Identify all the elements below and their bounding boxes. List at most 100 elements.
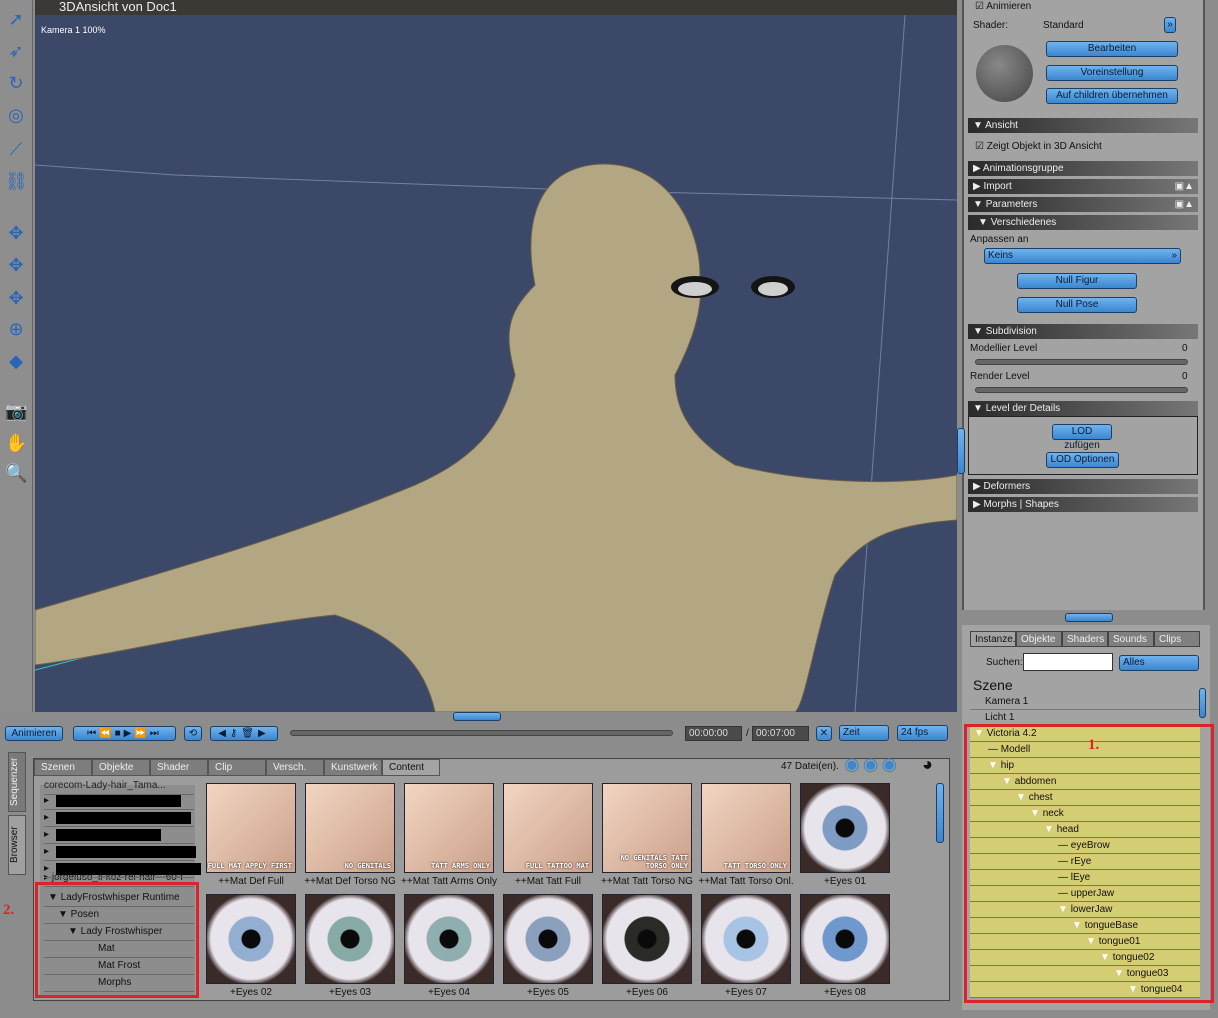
scene-item[interactable]: Kamera 1 — [970, 694, 1200, 710]
section-verschiedenes[interactable]: ▼ Verschiedenes — [968, 215, 1198, 230]
model-level-slider[interactable] — [975, 359, 1188, 365]
close-x-icon[interactable]: ✕ — [816, 726, 832, 741]
3d-viewport[interactable]: Kamera 1 100% — [35, 15, 957, 712]
tab-instanze[interactable]: Instanze. — [970, 631, 1016, 647]
select-arrow-icon[interactable]: ➚ — [5, 8, 27, 30]
tab-shader[interactable]: Shader — [150, 759, 208, 776]
tree-item-redacted[interactable]: ▸ — [44, 861, 201, 878]
content-thumbnail[interactable]: TATT ARMS ONLY — [404, 783, 494, 873]
null-figure-button[interactable]: Null Figur — [1017, 273, 1137, 289]
twist-icon[interactable]: ◎ — [5, 104, 27, 126]
content-item-label[interactable]: ++Mat Def Torso NG — [300, 876, 400, 887]
tree-item-redacted[interactable]: ▸ — [44, 793, 194, 810]
content-item-label[interactable]: +Eyes 05 — [498, 987, 598, 998]
content-thumbnail[interactable] — [305, 894, 395, 984]
content-thumbnail[interactable] — [602, 894, 692, 984]
content-item-label[interactable]: +Eyes 02 — [201, 987, 301, 998]
section-morphs[interactable]: ▶ Morphs | Shapes — [968, 497, 1198, 512]
loop-button[interactable]: ⟲ — [184, 726, 202, 741]
time-mode-dropdown[interactable]: Zeit — [839, 725, 889, 741]
tab-browser[interactable]: Browser — [8, 815, 26, 875]
content-item-label[interactable]: ++Mat Def Full — [201, 876, 301, 887]
render-level-slider[interactable] — [975, 387, 1188, 393]
end-time[interactable]: 00:07:00 — [752, 726, 809, 741]
scene-scrollbar[interactable] — [1199, 688, 1206, 718]
content-thumbnail[interactable]: FULL MAT APPLY FIRST — [206, 783, 296, 873]
browser-scrollbar[interactable] — [936, 783, 944, 843]
preset-button[interactable]: Voreinstellung — [1046, 65, 1178, 81]
animate-button[interactable]: Animieren — [5, 726, 63, 741]
content-item-label[interactable]: ++Mat Tatt Arms Only — [399, 876, 499, 887]
shader-dropdown-button[interactable]: » — [1164, 17, 1176, 33]
content-item-label[interactable]: ++Mat Tatt Torso Onl. — [696, 876, 796, 887]
hand-icon[interactable]: ✋ — [5, 432, 27, 454]
content-thumbnail[interactable]: NO GENITALS — [305, 783, 395, 873]
keyframe-controls[interactable]: ◀⚷🗑▶ — [210, 726, 278, 741]
content-thumbnail[interactable] — [701, 894, 791, 984]
camera-icon[interactable]: 📷 — [5, 400, 27, 422]
zoom-icon[interactable]: 🔍 — [5, 462, 27, 484]
morph-icon[interactable]: ◆ — [5, 350, 27, 372]
content-thumbnail[interactable] — [800, 783, 890, 873]
section-lod[interactable]: ▼ Level der Details — [968, 401, 1198, 416]
save-load-icon[interactable]: ▣▲ — [1175, 179, 1194, 194]
side-collapse-handle[interactable] — [957, 428, 965, 474]
scale-icon[interactable]: ⊕ — [5, 318, 27, 340]
tree-item-redacted[interactable]: ▸ — [44, 844, 196, 861]
fps-dropdown[interactable]: 24 fps — [897, 725, 948, 741]
translate-in-out-icon[interactable]: ✥ — [5, 222, 27, 244]
content-thumbnail[interactable] — [404, 894, 494, 984]
tab-sounds[interactable]: Sounds — [1108, 631, 1154, 647]
lod-add-button[interactable]: LOD zufügen — [1052, 424, 1112, 451]
tab-versch[interactable]: Versch. — [266, 759, 324, 776]
edit-button[interactable]: Bearbeiten — [1046, 41, 1178, 57]
chain-icon[interactable]: ⛓ — [5, 170, 28, 192]
taper-icon[interactable]: ⟋ — [5, 138, 27, 160]
filter-dropdown[interactable]: Alles — [1119, 655, 1199, 671]
content-item-label[interactable]: ++Mat Tatt Torso NG — [597, 876, 697, 887]
content-thumbnail[interactable]: FULL TATTOO MAT — [503, 783, 593, 873]
show-in-3d-checkbox[interactable]: ☑ Zeigt Objekt in 3D Ansicht — [975, 141, 1102, 152]
section-animationsgruppe[interactable]: ▶ Animationsgruppe — [968, 161, 1198, 176]
content-thumbnail[interactable]: TATT TORSO ONLY — [701, 783, 791, 873]
content-item-label[interactable]: +Eyes 07 — [696, 987, 796, 998]
content-item-label[interactable]: +Eyes 08 — [795, 987, 895, 998]
tab-kunstwerk[interactable]: Kunstwerk — [324, 759, 382, 776]
content-item-label[interactable]: +Eyes 06 — [597, 987, 697, 998]
tab-objekte[interactable]: Objekte — [1016, 631, 1062, 647]
panel-splitter-handle[interactable] — [1065, 613, 1113, 622]
section-import[interactable]: ▶ Import ▣▲ — [968, 179, 1198, 194]
direct-select-icon[interactable]: ➶ — [5, 40, 27, 62]
section-parameters[interactable]: ▼ Parameters ▣▲ — [968, 197, 1198, 212]
lod-options-button[interactable]: LOD Optionen — [1046, 452, 1119, 468]
timeline-slider[interactable] — [290, 730, 673, 736]
tab-objekte[interactable]: Objekte — [92, 759, 150, 776]
rotate-icon[interactable]: ↻ — [5, 72, 27, 94]
content-item-label[interactable]: +Eyes 04 — [399, 987, 499, 998]
tab-shaders[interactable]: Shaders — [1062, 631, 1108, 647]
content-item-label[interactable]: +Eyes 01 — [795, 876, 895, 887]
tab-clip[interactable]: Clip — [208, 759, 266, 776]
tab-content[interactable]: Content — [382, 759, 440, 776]
null-pose-button[interactable]: Null Pose — [1017, 297, 1137, 313]
save-load-icon[interactable]: ▣▲ — [1175, 197, 1194, 212]
tree-item-redacted[interactable]: ▸ — [44, 827, 194, 844]
view-mode-buttons[interactable]: ◉◉◉ — [844, 754, 900, 775]
section-deformers[interactable]: ▶ Deformers — [968, 479, 1198, 494]
tab-clips[interactable]: Clips — [1154, 631, 1200, 647]
viewport-splitter-handle[interactable] — [453, 712, 501, 721]
tree-item-redacted[interactable]: ▸ — [44, 810, 194, 827]
section-ansicht[interactable]: ▼ Ansicht — [968, 118, 1198, 133]
apply-children-button[interactable]: Auf children übernehmen — [1046, 88, 1178, 104]
content-thumbnail[interactable]: NO GENITALS TATT TORSO ONLY — [602, 783, 692, 873]
options-menu-icon[interactable]: ◕ — [922, 754, 933, 775]
tab-sequenzer[interactable]: Sequenzer — [8, 752, 26, 812]
content-thumbnail[interactable] — [206, 894, 296, 984]
fit-to-dropdown[interactable]: Keins» — [984, 248, 1181, 264]
content-item-label[interactable]: ++Mat Tatt Full — [498, 876, 598, 887]
translate-xy-icon[interactable]: ✥ — [5, 254, 27, 276]
search-input[interactable] — [1023, 653, 1113, 671]
section-subdivision[interactable]: ▼ Subdivision — [968, 324, 1198, 339]
content-item-label[interactable]: +Eyes 03 — [300, 987, 400, 998]
animate-checkbox[interactable]: ☑ Animieren — [975, 1, 1031, 12]
